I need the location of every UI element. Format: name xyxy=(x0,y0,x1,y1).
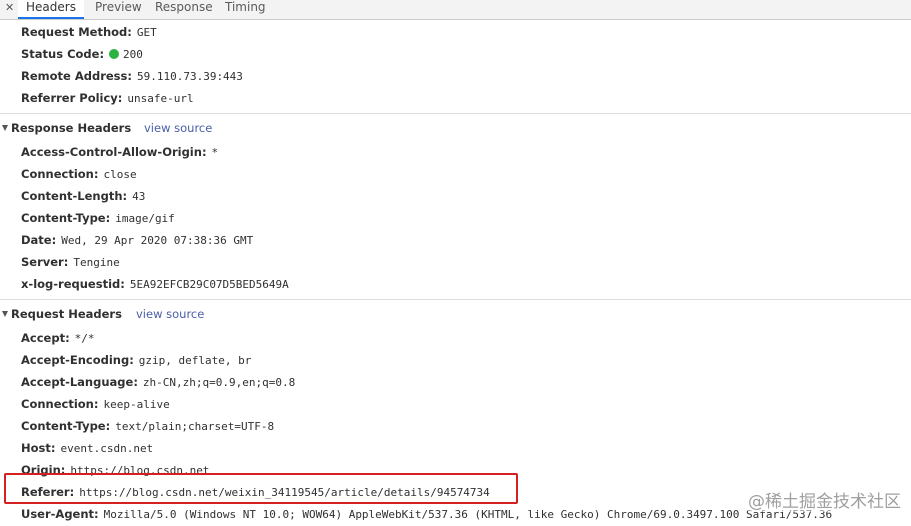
request-header-row: Host: event.csdn.net xyxy=(21,437,153,459)
triangle-down-icon[interactable] xyxy=(2,311,8,317)
header-key: Status Code: xyxy=(21,47,105,61)
request-header-row: Content-Type: text/plain;charset=UTF-8 xyxy=(21,415,274,437)
header-value: image/gif xyxy=(115,212,175,225)
header-key: Request Method: xyxy=(21,25,132,39)
header-key: Host: xyxy=(21,441,56,455)
response-header-row: Content-Length: 43 xyxy=(21,185,145,207)
header-value: keep-alive xyxy=(103,398,170,411)
header-key: Content-Type: xyxy=(21,211,111,225)
response-header-row: Access-Control-Allow-Origin: * xyxy=(21,141,218,163)
request-header-row: User-Agent: Mozilla/5.0 (Windows NT 10.0;… xyxy=(21,503,832,525)
header-key: Date: xyxy=(21,233,57,247)
header-key: Connection: xyxy=(21,397,99,411)
general-row-remote-address: Remote Address: 59.110.73.39:443 xyxy=(21,65,243,87)
section-title-text: Request Headers xyxy=(11,307,122,321)
response-view-source-link[interactable]: view source xyxy=(144,117,212,139)
header-key: Remote Address: xyxy=(21,69,132,83)
header-value: text/plain;charset=UTF-8 xyxy=(115,420,275,433)
watermark: @稀土掘金技术社区 xyxy=(748,487,901,512)
header-value: event.csdn.net xyxy=(60,442,154,455)
tab-timing[interactable]: Timing xyxy=(223,0,268,19)
header-value: zh-CN,zh;q=0.9,en;q=0.8 xyxy=(142,376,296,389)
request-header-row: Accept: */* xyxy=(21,327,95,349)
header-value: 200 xyxy=(123,48,143,61)
header-value: unsafe-url xyxy=(127,92,194,105)
header-key: Server: xyxy=(21,255,69,269)
response-headers-section-title[interactable]: Response Headers view source xyxy=(0,117,212,139)
header-key: Connection: xyxy=(21,167,99,181)
request-header-row: Accept-Encoding: gzip, deflate, br xyxy=(21,349,251,371)
tab-response[interactable]: Response xyxy=(153,0,215,19)
header-key: Accept-Language: xyxy=(21,375,138,389)
request-header-row: Connection: keep-alive xyxy=(21,393,170,415)
general-row-referrer-policy: Referrer Policy: unsafe-url xyxy=(21,87,194,109)
general-row-status-code: Status Code: 200 xyxy=(21,43,143,65)
tab-headers[interactable]: Headers xyxy=(18,0,84,19)
general-row-request-method: Request Method: GET xyxy=(21,21,157,43)
status-ok-icon xyxy=(109,49,120,59)
header-value: GET xyxy=(136,26,157,39)
header-key: Content-Type: xyxy=(21,419,111,433)
header-value: Mozilla/5.0 (Windows NT 10.0; WOW64) App… xyxy=(103,508,833,521)
header-key: Referrer Policy: xyxy=(21,91,123,105)
header-value: * xyxy=(211,146,219,159)
response-header-row: Server: Tengine xyxy=(21,251,120,273)
header-value: 5EA92EFCB29C07D5BED5649A xyxy=(129,278,289,291)
request-view-source-link[interactable]: view source xyxy=(136,303,204,325)
section-divider xyxy=(0,113,911,114)
close-icon[interactable]: ✕ xyxy=(5,0,14,15)
header-key: Accept: xyxy=(21,331,70,345)
referer-highlight-box xyxy=(4,473,518,504)
response-header-row: Connection: close xyxy=(21,163,137,185)
header-value: 59.110.73.39:443 xyxy=(136,70,243,83)
tab-preview[interactable]: Preview xyxy=(93,0,144,19)
header-value: Wed, 29 Apr 2020 07:38:36 GMT xyxy=(61,234,254,247)
header-key: Content-Length: xyxy=(21,189,128,203)
section-divider xyxy=(0,299,911,300)
header-value: close xyxy=(103,168,137,181)
devtools-tab-bar: ✕ Headers Preview Response Timing xyxy=(0,0,911,20)
response-header-row: Date: Wed, 29 Apr 2020 07:38:36 GMT xyxy=(21,229,253,251)
response-header-row: Content-Type: image/gif xyxy=(21,207,175,229)
header-value: gzip, deflate, br xyxy=(138,354,252,367)
triangle-down-icon[interactable] xyxy=(2,125,8,131)
header-key: Accept-Encoding: xyxy=(21,353,134,367)
header-key: x-log-requestid: xyxy=(21,277,125,291)
header-value: Tengine xyxy=(73,256,120,269)
header-value: */* xyxy=(74,332,95,345)
response-header-row: x-log-requestid: 5EA92EFCB29C07D5BED5649A xyxy=(21,273,289,295)
request-headers-section-title[interactable]: Request Headers view source xyxy=(0,303,204,325)
section-title-text: Response Headers xyxy=(11,121,132,135)
header-key: User-Agent: xyxy=(21,507,99,521)
header-value: 43 xyxy=(132,190,146,203)
header-key: Access-Control-Allow-Origin: xyxy=(21,145,207,159)
request-header-row: Accept-Language: zh-CN,zh;q=0.9,en;q=0.8 xyxy=(21,371,295,393)
